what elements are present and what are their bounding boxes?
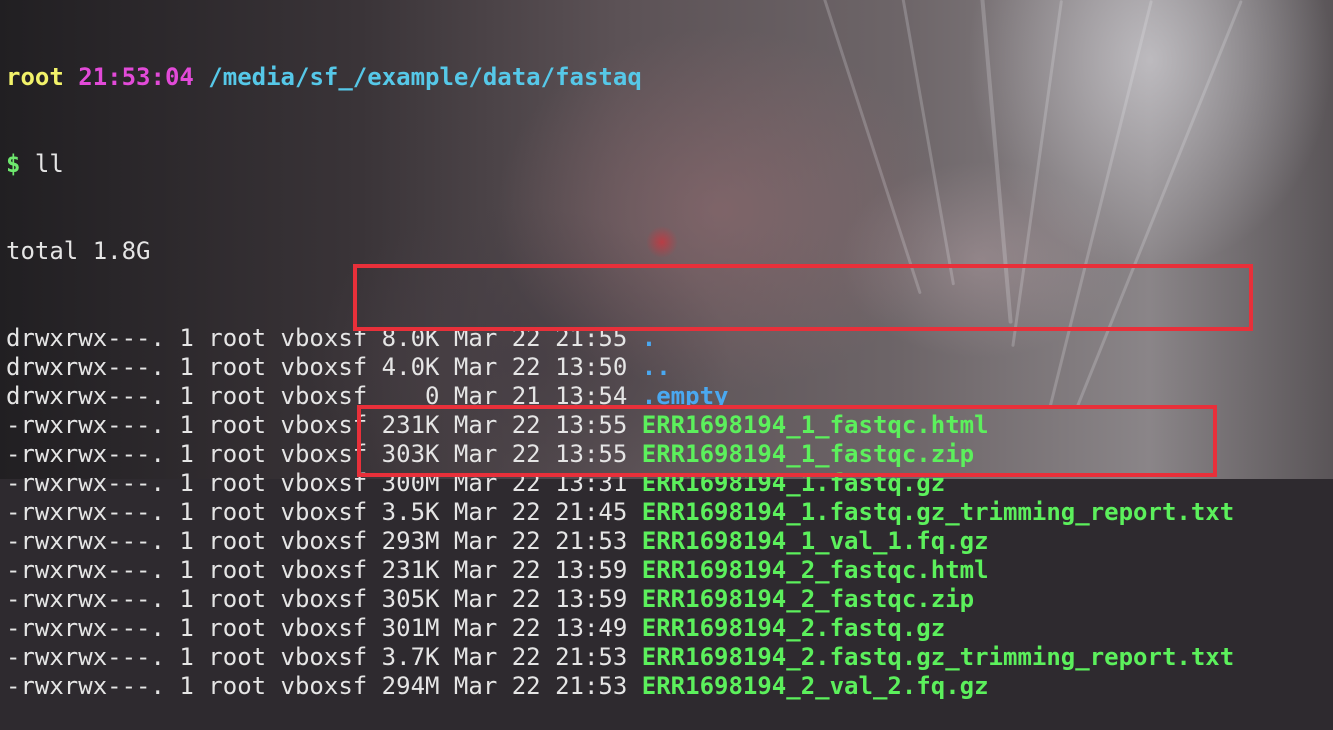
file-listing: drwxrwx---. 1 root vboxsf 8.0K Mar 22 21… [6,324,1234,701]
listing-row: -rwxrwx---. 1 root vboxsf 3.7K Mar 22 21… [6,643,1234,672]
file-name: ERR1698194_2.fastq.gz [641,614,946,642]
listing-row: -rwxrwx---. 1 root vboxsf 305K Mar 22 13… [6,585,1234,614]
listing-row: drwxrwx---. 1 root vboxsf 4.0K Mar 22 13… [6,353,1234,382]
file-metadata: -rwxrwx---. 1 root vboxsf 3.5K Mar 22 21… [6,498,642,526]
prompt-user: root [6,63,64,91]
listing-row: -rwxrwx---. 1 root vboxsf 3.5K Mar 22 21… [6,498,1234,527]
listing-row: -rwxrwx---. 1 root vboxsf 301M Mar 22 13… [6,614,1234,643]
highlight-box-sample-2 [357,405,1217,477]
file-metadata: -rwxrwx---. 1 root vboxsf 293M Mar 22 21… [6,527,642,555]
command-text: ll [34,150,64,178]
file-name: .. [641,353,671,381]
file-name: ERR1698194_2_fastqc.html [641,556,989,584]
file-metadata: -rwxrwx---. 1 root vboxsf 231K Mar 22 13… [6,556,642,584]
listing-row: -rwxrwx---. 1 root vboxsf 294M Mar 22 21… [6,672,1234,701]
file-name: ERR1698194_2_val_2.fq.gz [641,672,989,700]
terminal-output: root 21:53:04 /media/sf_/example/data/fa… [6,5,1234,730]
file-name: ERR1698194_1_val_1.fq.gz [641,527,989,555]
highlight-box-sample-1 [353,264,1253,331]
file-metadata: -rwxrwx---. 1 root vboxsf 294M Mar 22 21… [6,672,642,700]
total-line: total 1.8G [6,237,151,265]
prompt-dollar: $ [6,150,21,178]
file-name: ERR1698194_1.fastq.gz_trimming_report.tx… [641,498,1235,526]
command-line: $ ll [6,150,1234,179]
listing-row: -rwxrwx---. 1 root vboxsf 293M Mar 22 21… [6,527,1234,556]
file-name: ERR1698194_2_fastqc.zip [641,585,975,613]
file-metadata: -rwxrwx---. 1 root vboxsf 3.7K Mar 22 21… [6,643,642,671]
file-name: ERR1698194_2.fastq.gz_trimming_report.tx… [641,643,1235,671]
file-metadata: -rwxrwx---. 1 root vboxsf 305K Mar 22 13… [6,585,642,613]
prompt-path: /media/sf_/example/data/fastaq [208,63,642,91]
file-metadata: -rwxrwx---. 1 root vboxsf 301M Mar 22 13… [6,614,642,642]
shell-prompt: root 21:53:04 /media/sf_/example/data/fa… [6,63,1234,92]
prompt-time: 21:53:04 [78,63,194,91]
listing-row: -rwxrwx---. 1 root vboxsf 231K Mar 22 13… [6,556,1234,585]
file-metadata: drwxrwx---. 1 root vboxsf 4.0K Mar 22 13… [6,353,642,381]
